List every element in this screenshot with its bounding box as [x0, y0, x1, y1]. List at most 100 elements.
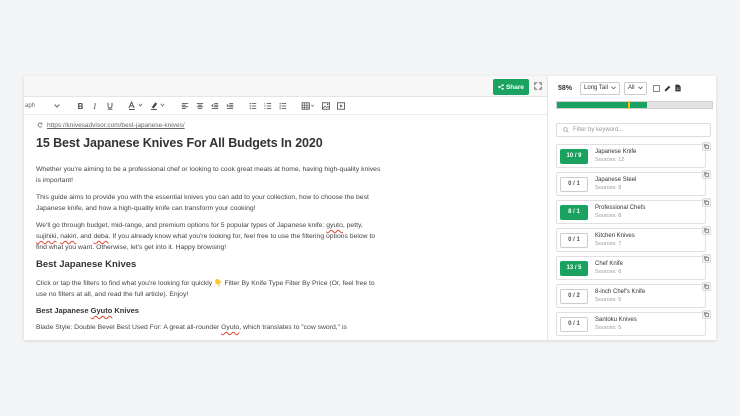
copy-icon[interactable] [702, 198, 711, 207]
keyword-item[interactable]: 8 / 1 Professional Chefs Sources: 8 [556, 198, 711, 224]
checklist-button[interactable] [276, 99, 289, 112]
editor-pane: Share aph B I https://knivesadvisor.com/… [24, 76, 547, 340]
copy-icon[interactable] [702, 142, 711, 151]
keyword-item[interactable]: 13 / 5 Chef Knife Sources: 6 [556, 254, 711, 280]
content-score: 58% [558, 84, 573, 92]
keyword-item[interactable]: 0 / 2 8-inch Chef's Knife Sources: 5 [556, 282, 711, 308]
keyword-sources: Sources: 7 [595, 241, 622, 247]
outdent-button[interactable] [208, 99, 221, 112]
keyword-text: Japanese Steel Sources: 8 [595, 177, 636, 191]
highlight-button[interactable] [148, 99, 168, 112]
keyword-count-badge: 0 / 1 [560, 176, 588, 192]
keyword-sidebar: 58% Long Tail All Filter by keyword... 1… [547, 76, 716, 340]
section-heading: Best Japanese Knives [36, 259, 137, 270]
keyword-name: Professional Chefs [595, 205, 646, 211]
chevron-down-icon [611, 86, 616, 90]
paragraph-filters: Click or tap the filters to find what yo… [36, 280, 375, 298]
keyword-text: Japanese Knife Sources: 12 [595, 149, 636, 163]
paragraph-options: We'll go through budget, mid-range, and … [36, 222, 376, 251]
table-button[interactable] [299, 99, 317, 112]
paragraph-style-label: aph [25, 102, 36, 109]
keyword-item[interactable]: 10 / 9 Japanese Knife Sources: 12 [556, 142, 711, 168]
source-url-link[interactable]: https://knivesadvisor.com/best-japanese-… [47, 122, 185, 129]
keyword-count-badge: 0 / 1 [560, 316, 588, 332]
keyword-text: Chef Knife Sources: 6 [595, 261, 623, 275]
bold-button[interactable]: B [73, 99, 86, 112]
chevron-down-icon [637, 86, 643, 90]
pencil-icon[interactable] [664, 85, 671, 92]
text-color-button[interactable] [126, 99, 146, 112]
copy-icon[interactable] [702, 226, 711, 235]
share-button[interactable]: Share [493, 79, 529, 95]
score-progress-fill [557, 102, 647, 108]
align-left-icon [181, 102, 188, 109]
link-icon [37, 122, 43, 128]
keyword-item[interactable]: 0 / 1 Japanese Steel Sources: 8 [556, 170, 711, 196]
keyword-filter-input[interactable]: Filter by keyword... [556, 123, 711, 137]
source-url: https://knivesadvisor.com/best-japanese-… [36, 122, 386, 129]
score-progress-bar [556, 101, 713, 109]
expand-icon[interactable] [534, 82, 542, 90]
select-all-checkbox[interactable] [652, 84, 660, 92]
bullet-list-icon [249, 102, 256, 109]
top-bar: Share [24, 76, 547, 97]
mode-dropdown[interactable]: Long Tail [580, 81, 620, 95]
keyword-item[interactable]: 0 / 1 Kitchen Knives Sources: 7 [556, 226, 711, 252]
keyword-text: Kitchen Knives Sources: 7 [595, 233, 635, 247]
keyword-name: Chef Knife [595, 261, 624, 267]
table-icon [301, 101, 314, 110]
svg-text:B: B [77, 102, 83, 110]
keyword-list: 10 / 9 Japanese Knife Sources: 12 0 / 1 Japa… [556, 142, 714, 340]
indent-button[interactable] [223, 99, 236, 112]
indent-icon [226, 102, 233, 109]
align-center-button[interactable] [193, 99, 206, 112]
keyword-text: Santoku Knives Sources: 5 [595, 317, 637, 331]
keyword-count-badge: 0 / 1 [560, 232, 588, 248]
chevron-down-icon [54, 103, 60, 108]
mode-label: Long Tail [584, 85, 608, 91]
underline-icon [107, 102, 112, 110]
app-window: Share aph B I https://knivesadvisor.com/… [24, 76, 716, 340]
svg-text:I: I [92, 102, 96, 110]
keyword-filter-placeholder: Filter by keyword... [573, 127, 624, 133]
keyword-sources: Sources: 6 [595, 269, 622, 275]
insert-image-button[interactable] [319, 99, 332, 112]
keyword-name: Japanese Knife [595, 149, 637, 155]
keyword-text: Professional Chefs Sources: 8 [595, 205, 645, 219]
underline-button[interactable] [103, 99, 116, 112]
score-target-marker [628, 101, 631, 109]
video-icon [336, 101, 345, 110]
numbered-list-button[interactable] [261, 99, 274, 112]
copy-icon[interactable] [702, 310, 711, 319]
search-icon [563, 127, 569, 133]
keyword-sources: Sources: 5 [595, 325, 622, 331]
paragraph-style-select[interactable]: aph [24, 99, 64, 113]
share-label: Share [505, 83, 525, 91]
paragraph-intro: Whether you're aiming to be a profession… [36, 166, 381, 184]
scope-label: All [627, 85, 635, 91]
text-color-icon [128, 101, 143, 110]
copy-icon[interactable] [702, 254, 711, 263]
editor-toolbar: aph B I [24, 97, 547, 115]
keyword-name: Japanese Steel [595, 177, 637, 183]
article-title: 15 Best Japanese Knives For All Budgets … [36, 136, 323, 150]
bullet-list-button[interactable] [246, 99, 259, 112]
copy-icon[interactable] [702, 170, 711, 179]
document-icon[interactable] [674, 84, 681, 92]
insert-video-button[interactable] [334, 99, 347, 112]
sidebar-controls: 58% Long Tail All [548, 76, 716, 100]
keyword-count-badge: 0 / 2 [560, 288, 588, 304]
copy-icon[interactable] [702, 282, 711, 291]
keyword-item[interactable]: 0 / 1 Santoku Knives Sources: 5 [556, 310, 711, 336]
document-body[interactable]: https://knivesadvisor.com/best-japanese-… [36, 122, 386, 339]
checklist-icon [278, 102, 286, 109]
highlighter-icon [150, 102, 165, 110]
keyword-text: 8-inch Chef's Knife Sources: 5 [595, 289, 645, 303]
keyword-sources: Sources: 8 [595, 213, 622, 219]
keyword-name: Kitchen Knives [595, 233, 635, 239]
italic-button[interactable]: I [88, 99, 101, 112]
align-left-button[interactable] [178, 99, 191, 112]
scope-dropdown[interactable]: All [623, 81, 647, 95]
keyword-count-badge: 8 / 1 [560, 204, 588, 220]
paragraph-guide: This guide aims to provide you with the … [36, 194, 369, 212]
